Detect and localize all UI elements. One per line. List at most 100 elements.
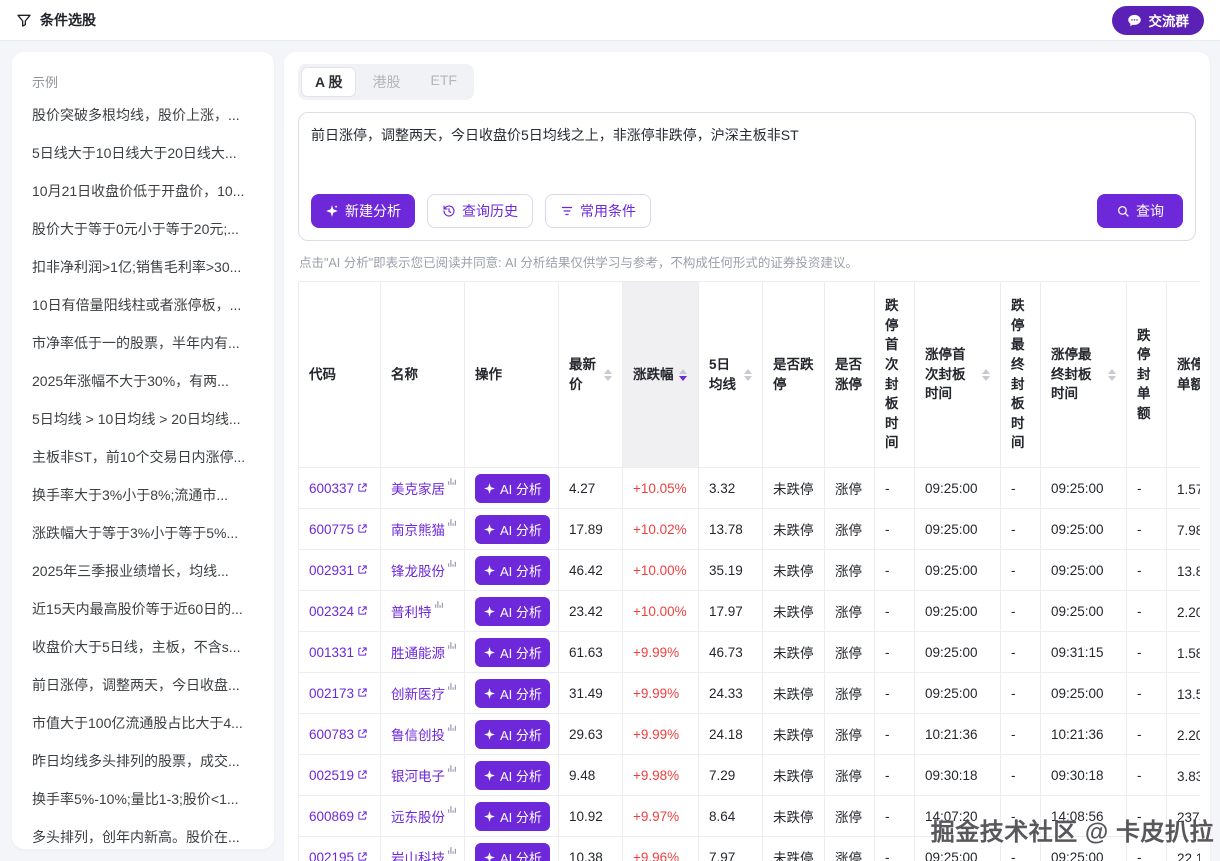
col-header-ma5[interactable]: 5日均线: [699, 282, 763, 468]
cell-down_seal_amount: -: [1127, 714, 1167, 755]
stock-code-link[interactable]: 001331: [309, 645, 368, 660]
stock-code-link[interactable]: 002519: [309, 768, 368, 783]
col-header-up_final_seal[interactable]: 涨停最终封板时间: [1041, 282, 1127, 468]
cell-down_seal_amount: -: [1127, 755, 1167, 796]
new-analysis-label: 新建分析: [345, 201, 401, 221]
external-link-icon: [357, 850, 368, 861]
col-header-change[interactable]: 涨跌幅: [623, 282, 699, 468]
ai-analysis-button[interactable]: AI 分析: [475, 761, 550, 790]
col-header-price[interactable]: 最新价: [559, 282, 623, 468]
col-label-down_first_seal: 跌停首次封板时间: [885, 296, 899, 453]
table-row: 002195岩山科技AI 分析10.38+9.96%7.97未跌停涨停-09:2…: [299, 837, 1201, 861]
example-item[interactable]: 多头排列，创年内新高。股价在...: [32, 829, 254, 846]
example-item[interactable]: 股价大于等于0元小于等于20元;...: [32, 221, 254, 238]
change-percent-value: +9.98%: [633, 768, 679, 783]
col-header-up_first_seal[interactable]: 涨停首次封板时间: [915, 282, 1001, 468]
stock-name-link[interactable]: 锋龙股份: [391, 560, 457, 580]
example-item[interactable]: 5日均线 > 10日均线 > 20日均线...: [32, 411, 254, 428]
example-item[interactable]: 收盘价大于5日线，主板，不含s...: [32, 639, 254, 656]
stock-code-link[interactable]: 600869: [309, 809, 368, 824]
stock-code-link[interactable]: 002173: [309, 686, 368, 701]
ai-analysis-button[interactable]: AI 分析: [475, 843, 550, 861]
cell-up_seal_amount: 13.52亿: [1167, 673, 1201, 714]
ai-analysis-button[interactable]: AI 分析: [475, 638, 550, 667]
cell-up_final_seal: 09:25:00: [1041, 550, 1127, 591]
stock-name-link[interactable]: 鲁信创投: [391, 724, 457, 744]
sort-icon-ma5[interactable]: [744, 369, 752, 381]
example-item[interactable]: 10日有倍量阳线柱或者涨停板，...: [32, 297, 254, 314]
stock-name-link[interactable]: 岩山科技: [391, 847, 457, 861]
example-item[interactable]: 2025年涨幅不大于30%，有两...: [32, 373, 254, 390]
col-header-up_seal_amount[interactable]: 涨停封单额: [1167, 282, 1201, 468]
ai-sparkle-icon: [483, 728, 496, 741]
ai-analysis-button[interactable]: AI 分析: [475, 597, 550, 626]
ai-disclaimer: 点击"AI 分析"即表示您已阅读并同意: AI 分析结果仅供学习与参考，不构成任…: [299, 252, 1196, 271]
sort-icon-up_first_seal[interactable]: [982, 369, 990, 381]
sort-icon-change[interactable]: [679, 369, 687, 381]
query-input[interactable]: 前日涨停，调整两天，今日收盘价5日均线之上，非涨停非跌停，沪深主板非ST: [311, 125, 1183, 183]
example-item[interactable]: 换手率大于3%小于8%;流通市...: [32, 487, 254, 504]
stock-code-link[interactable]: 600775: [309, 522, 368, 537]
example-item[interactable]: 市净率低于一的股票，半年内有...: [32, 335, 254, 352]
cell-up_final_seal: 09:31:15: [1041, 632, 1127, 673]
ai-analysis-button[interactable]: AI 分析: [475, 720, 550, 749]
stock-name-link[interactable]: 普利特: [391, 601, 444, 621]
stock-name-link[interactable]: 远东股份: [391, 806, 457, 826]
change-percent-value: +10.02%: [633, 522, 687, 537]
stock-code-link[interactable]: 002195: [309, 850, 368, 861]
ai-analysis-button[interactable]: AI 分析: [475, 802, 550, 831]
stock-code-link[interactable]: 600337: [309, 481, 368, 496]
kline-chart-icon: [447, 845, 457, 855]
example-item[interactable]: 2025年三季报业绩增长，均线...: [32, 563, 254, 580]
external-link-icon: [357, 604, 368, 616]
community-group-button[interactable]: 交流群: [1112, 6, 1205, 35]
ai-analysis-button[interactable]: AI 分析: [475, 515, 550, 544]
stock-name-link[interactable]: 美克家居: [391, 478, 457, 498]
cell-code: 600783: [299, 714, 381, 755]
stock-code-link[interactable]: 002931: [309, 563, 368, 578]
sort-icon-up_final_seal[interactable]: [1108, 369, 1116, 381]
col-label-up_seal_amount: 涨停封单额: [1177, 355, 1200, 394]
example-item[interactable]: 涨跌幅大于等于3%小于等于5%...: [32, 525, 254, 542]
table-row: 001331胜通能源AI 分析61.63+9.99%46.73未跌停涨停-09:…: [299, 632, 1201, 673]
example-item[interactable]: 昨日均线多头排列的股票，成交...: [32, 753, 254, 770]
example-item[interactable]: 股价突破多根均线，股价上涨，...: [32, 107, 254, 124]
query-history-button[interactable]: 查询历史: [427, 194, 533, 228]
stock-name-link[interactable]: 银河电子: [391, 765, 457, 785]
example-item[interactable]: 主板非ST，前10个交易日内涨停...: [32, 449, 254, 466]
stock-name-link[interactable]: 胜通能源: [391, 642, 457, 662]
example-item[interactable]: 前日涨停，调整两天，今日收盘...: [32, 677, 254, 694]
example-item[interactable]: 换手率5%-10%;量比1-3;股价<1...: [32, 791, 254, 808]
sort-icon-price[interactable]: [604, 369, 612, 381]
cell-down_final_seal: -: [1001, 509, 1041, 550]
example-list: 股价突破多根均线，股价上涨，... 5日线大于10日线大于20日线大... 10月2…: [32, 107, 254, 846]
col-label-ma5: 5日均线: [709, 355, 739, 394]
cell-ma5: 46.73: [699, 632, 763, 673]
search-button[interactable]: 查询: [1097, 194, 1183, 228]
cell-action: AI 分析: [465, 632, 559, 673]
col-header-down_first_seal: 跌停首次封板时间: [875, 282, 915, 468]
ai-analysis-button[interactable]: AI 分析: [475, 679, 550, 708]
stock-code-link[interactable]: 002324: [309, 604, 368, 619]
example-item[interactable]: 10月21日收盘价低于开盘价，10...: [32, 183, 254, 200]
tab-etf[interactable]: ETF: [416, 67, 470, 97]
col-label-name: 名称: [391, 365, 418, 385]
example-item[interactable]: 近15天内最高股价等于近60日的...: [32, 601, 254, 618]
tab-a-share[interactable]: A 股: [301, 67, 356, 97]
stock-name-link[interactable]: 南京熊猫: [391, 519, 457, 539]
example-item[interactable]: 5日线大于10日线大于20日线大...: [32, 145, 254, 162]
cell-down_final_seal: -: [1001, 673, 1041, 714]
new-analysis-button[interactable]: 新建分析: [311, 194, 415, 228]
change-percent-value: +10.05%: [633, 481, 687, 496]
col-label-up_first_seal: 涨停首次封板时间: [925, 345, 977, 404]
cell-code: 600337: [299, 468, 381, 509]
tab-hk[interactable]: 港股: [358, 67, 414, 97]
example-item[interactable]: 市值大于100亿流通股占比大于4...: [32, 715, 254, 732]
ai-analysis-button[interactable]: AI 分析: [475, 556, 550, 585]
cell-down_seal_amount: -: [1127, 632, 1167, 673]
stock-name-link[interactable]: 创新医疗: [391, 683, 457, 703]
common-conditions-button[interactable]: 常用条件: [545, 194, 651, 228]
stock-code-link[interactable]: 600783: [309, 727, 368, 742]
example-item[interactable]: 扣非净利润>1亿;销售毛利率>30...: [32, 259, 254, 276]
ai-analysis-button[interactable]: AI 分析: [475, 474, 550, 503]
